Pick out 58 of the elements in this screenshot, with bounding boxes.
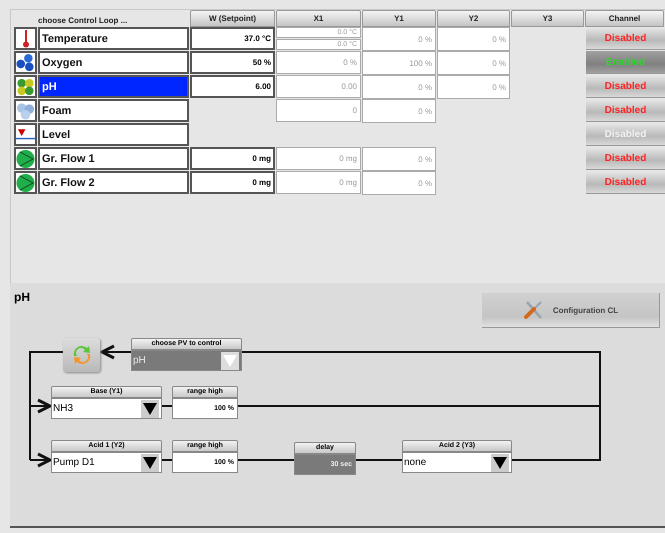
acid-dropdown[interactable]: none	[402, 452, 512, 473]
value-cell: 0 mg	[276, 147, 361, 170]
column-header: Y3	[511, 10, 584, 27]
column-header: choose Control Loop ...	[37, 15, 128, 27]
column-header: W (Setpoint)	[190, 10, 275, 27]
column-header: Y1	[362, 10, 436, 27]
value-cell: 0 mg	[276, 171, 361, 194]
level-icon	[16, 128, 35, 140]
loop-name-cell[interactable]: Gr. Flow 1	[38, 147, 189, 170]
value-cell: 0 %	[437, 27, 510, 51]
loop-name-cell[interactable]: Foam	[38, 99, 189, 122]
loop-icon-cell[interactable]	[14, 99, 37, 122]
value-cell: 0 %	[362, 171, 436, 195]
dropdown-arrow-icon	[221, 352, 239, 370]
loop-name-cell[interactable]: Gr. Flow 2	[38, 171, 189, 194]
column-header: Y2	[437, 10, 510, 27]
value-cell: 0 %	[362, 99, 436, 123]
loop-icon-cell[interactable]	[14, 171, 37, 194]
pump-icon	[16, 148, 35, 168]
tools-icon	[522, 300, 545, 320]
setpoint-cell[interactable]: 0 mg	[190, 147, 275, 170]
value-cell: 0	[276, 99, 361, 122]
loop-name-cell[interactable]: Oxygen	[38, 51, 189, 74]
loop-icon-cell[interactable]	[14, 51, 37, 74]
setpoint-cell[interactable]: 37.0 °C	[190, 27, 275, 50]
bubbles-icon	[16, 100, 35, 120]
acid-dropdown[interactable]: Pump D1	[51, 452, 162, 473]
value-cell: 0 %	[276, 51, 361, 74]
loop-icon-cell[interactable]	[14, 147, 37, 170]
setpoint-cell[interactable]: 0 mg	[190, 171, 275, 194]
pv-dropdown[interactable]: pH	[131, 350, 242, 371]
base-dropdown[interactable]: NH3	[51, 398, 162, 419]
setpoint-cell[interactable]: 6.00	[190, 75, 275, 98]
value-cell: 0 %	[362, 147, 436, 171]
thermometer-icon	[22, 30, 30, 48]
loop-title: pH	[14, 290, 30, 304]
value-cell: 0.00	[276, 75, 361, 98]
value-cell: 100 %	[362, 51, 436, 75]
dropdown-arrow-icon	[141, 400, 159, 418]
column-header: X1	[276, 10, 361, 27]
loop-icon-cell[interactable]	[14, 75, 37, 98]
value-cell: 0 %	[437, 51, 510, 75]
dropdown-arrow-icon	[491, 454, 509, 472]
column-header: Channel	[585, 10, 664, 27]
molecule-icon	[16, 52, 35, 72]
configuration-button[interactable]: Configuration CL	[482, 293, 660, 328]
value-cell: 0 %	[362, 27, 436, 51]
molecule-icon	[16, 78, 35, 96]
loop-name-cell[interactable]: Level	[38, 123, 189, 146]
setpoint-cell[interactable]: 50 %	[190, 51, 275, 74]
dropdown-arrow-icon	[141, 454, 159, 472]
value-cell: 0 %	[437, 75, 510, 99]
loop-icon-cell[interactable]	[14, 27, 37, 50]
loop-name-cell[interactable]: Temperature	[38, 27, 189, 50]
pump-icon	[16, 172, 35, 192]
loop-icon-cell[interactable]	[14, 123, 37, 146]
value-cell: 0 %	[362, 75, 436, 99]
loop-name-cell[interactable]: pH	[38, 75, 189, 98]
